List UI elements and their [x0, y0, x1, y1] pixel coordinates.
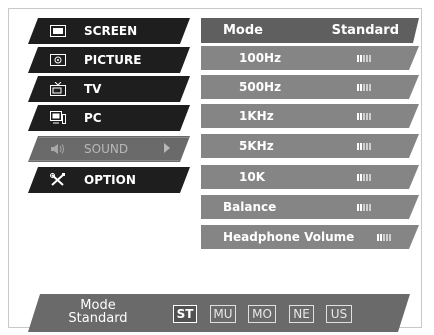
level-indicator — [357, 55, 371, 62]
tv-icon — [50, 82, 66, 96]
menu-item-label: TV — [84, 82, 102, 96]
menu-item-label: PC — [84, 111, 102, 125]
menu-item-label: PICTURE — [84, 53, 142, 67]
menu-item-sound[interactable]: SOUND — [28, 136, 190, 162]
balance-row[interactable]: Balance — [201, 195, 419, 219]
eq-row-label: 5KHz — [239, 139, 274, 153]
chevron-right-icon — [164, 143, 170, 153]
level-indicator — [357, 113, 371, 120]
menu-item-picture[interactable]: PICTURE — [28, 47, 190, 73]
sound-mode-header[interactable]: Mode Standard — [201, 18, 419, 43]
menu-item-pc[interactable]: PC — [28, 105, 190, 131]
mode-button-ne[interactable]: NE — [289, 305, 314, 323]
headphone-volume-row[interactable]: Headphone Volume — [201, 225, 419, 249]
tools-icon — [50, 173, 66, 187]
level-indicator — [357, 84, 371, 91]
eq-row-label: Balance — [223, 200, 277, 214]
eq-row-1khz[interactable]: 1KHz — [201, 104, 419, 128]
menu-item-label: OPTION — [84, 173, 136, 187]
eq-row-100hz[interactable]: 100Hz — [201, 46, 419, 70]
screen-icon — [50, 24, 66, 38]
eq-row-label: 1KHz — [239, 109, 274, 123]
mode-button-mu[interactable]: MU — [210, 305, 236, 323]
menu-item-screen[interactable]: SCREEN — [28, 18, 190, 44]
eq-row-label: 500Hz — [239, 80, 282, 94]
speaker-icon — [50, 142, 66, 156]
level-indicator — [377, 234, 391, 241]
mode-button-us[interactable]: US — [326, 305, 352, 323]
bottom-mode-text: Mode Standard — [61, 299, 135, 325]
level-indicator — [357, 143, 371, 150]
eq-row-5khz[interactable]: 5KHz — [201, 134, 419, 158]
eq-row-label: 100Hz — [239, 51, 282, 65]
sound-mode-value: Standard — [331, 23, 399, 38]
level-indicator — [357, 174, 371, 181]
menu-item-label: SOUND — [84, 142, 129, 156]
sound-mode-bar: Mode Standard ST MU MO NE US — [28, 294, 410, 332]
eq-row-label: Headphone Volume — [223, 230, 355, 244]
eq-row-10k[interactable]: 10K — [201, 165, 419, 189]
mode-button-mo[interactable]: MO — [248, 305, 276, 323]
pc-icon — [50, 111, 66, 125]
eq-row-label: 10K — [239, 170, 265, 184]
level-indicator — [357, 204, 371, 211]
menu-item-label: SCREEN — [84, 24, 138, 38]
sound-mode-label: Mode — [223, 23, 263, 38]
mode-button-st[interactable]: ST — [173, 305, 197, 323]
picture-icon — [50, 53, 66, 67]
menu-item-tv[interactable]: TV — [28, 76, 190, 102]
eq-row-500hz[interactable]: 500Hz — [201, 75, 419, 99]
bottom-mode-value: Standard — [68, 311, 128, 326]
menu-item-option[interactable]: OPTION — [28, 167, 190, 193]
